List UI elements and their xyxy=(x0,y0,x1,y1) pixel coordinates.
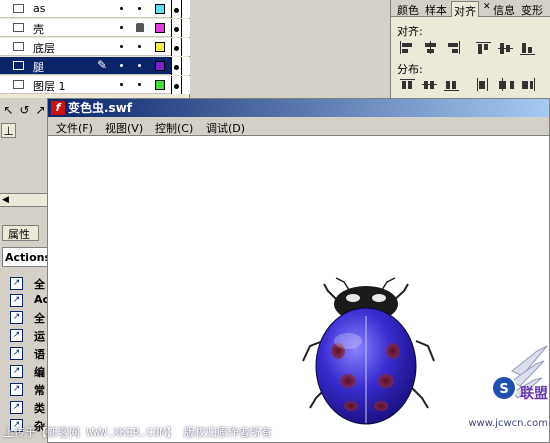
layer-row-legs[interactable]: 腿 ✎ xyxy=(0,57,190,75)
action-item[interactable]: ↗ 全 xyxy=(8,310,48,325)
action-item[interactable]: ↗ Ac xyxy=(8,293,49,308)
upload-credit-text: 上传于【新客网 WWW.XKER.COM】 版权归原作者所有 xyxy=(3,426,272,439)
arrow-tool-icon[interactable]: ↗ xyxy=(33,103,48,118)
book-icon: ↗ xyxy=(10,383,23,396)
book-icon: ↗ xyxy=(10,365,23,378)
site-watermark-logo: S 联盟 www.jcwcn.com xyxy=(468,345,548,429)
action-item[interactable]: ↗ 类 xyxy=(8,400,48,415)
layer-name: 壳 xyxy=(33,23,44,36)
distribute-left-button[interactable] xyxy=(475,77,495,93)
action-item[interactable]: ↗ 编 xyxy=(8,364,48,379)
tab-align[interactable]: 对齐 xyxy=(451,1,479,18)
actions-dropdown[interactable]: Actions xyxy=(2,247,48,267)
lock-dot[interactable] xyxy=(138,7,141,10)
menu-debug[interactable]: 调试(D) xyxy=(206,120,245,136)
svg-text:S: S xyxy=(499,382,508,397)
align-center-h-button[interactable] xyxy=(421,40,441,56)
align-bottom-button[interactable] xyxy=(519,40,539,56)
timeline-layers-panel: as 壳 底层 腿 ✎ 图层 1 xyxy=(0,0,190,98)
book-icon: ↗ xyxy=(10,347,23,360)
layer-row-shell[interactable]: 壳 xyxy=(0,19,190,37)
menu-file[interactable]: 文件(F) xyxy=(56,120,93,136)
ladybug-eye-left xyxy=(346,294,360,302)
scroll-left-icon[interactable]: ◀ xyxy=(2,195,9,205)
layer-frames[interactable] xyxy=(171,19,190,37)
book-icon: ↗ xyxy=(10,401,23,414)
pencil-icon: ✎ xyxy=(97,58,108,72)
tab-info[interactable]: 信息 xyxy=(491,1,517,17)
align-label: 对齐: xyxy=(397,25,423,38)
ladybug-highlight xyxy=(334,333,362,349)
left-tools-panel: ↖ ↺ ↗ ⊥ ◀ 属性 Actions ↗ 全 ↗ Ac ↗ 全 ↗ 运 ↗ 语 ↗ 编 … xyxy=(0,98,49,443)
layer-color-swatch[interactable] xyxy=(155,42,165,52)
player-title-bar[interactable]: f 变色虫.swf xyxy=(48,99,549,117)
layer-color-swatch[interactable] xyxy=(155,23,165,33)
watermark-url: www.jcwcn.com xyxy=(468,418,548,429)
action-item[interactable]: ↗ 常 xyxy=(8,382,48,397)
transform-tool-icon[interactable]: ⊥ xyxy=(1,123,16,138)
watermark-brand: 联盟 xyxy=(520,386,548,402)
book-icon: ↗ xyxy=(10,311,23,324)
tab-color[interactable]: 颜色 xyxy=(395,1,421,17)
layer-name: 图层 1 xyxy=(33,80,66,93)
lock-icon[interactable] xyxy=(136,23,144,32)
distribute-bottom-button[interactable] xyxy=(443,77,463,93)
tab-swatches[interactable]: 样本 xyxy=(423,1,449,17)
layer-icon xyxy=(13,61,24,70)
layer-row-layer1[interactable]: 图层 1 xyxy=(0,76,190,94)
menu-view[interactable]: 视图(V) xyxy=(105,120,143,136)
book-icon: ↗ xyxy=(10,277,23,290)
window-title: 变色虫.swf xyxy=(68,101,133,115)
distribute-center-v-button[interactable] xyxy=(421,77,441,93)
layer-icon xyxy=(13,80,24,89)
ladybug-eye-right xyxy=(372,294,386,302)
distribute-top-button[interactable] xyxy=(399,77,419,93)
layer-icon xyxy=(13,4,24,13)
player-menubar: 文件(F) 视图(V) 控制(C) 调试(D) xyxy=(48,117,549,136)
book-icon: ↗ xyxy=(10,329,23,342)
distribute-center-h-button[interactable] xyxy=(497,77,517,93)
distribute-label: 分布: xyxy=(397,63,423,76)
tab-transform[interactable]: 变形 xyxy=(519,1,545,17)
visibility-dot[interactable] xyxy=(120,7,123,10)
horizontal-scrollbar[interactable]: ◀ xyxy=(0,193,48,207)
visibility-dot[interactable] xyxy=(120,26,123,29)
align-right-button[interactable] xyxy=(443,40,463,56)
layer-row-base[interactable]: 底层 xyxy=(0,38,190,56)
distribute-right-button[interactable] xyxy=(519,77,539,93)
align-panel: 颜色 样本 对齐 ✕ 信息 变形 对齐: 分布: xyxy=(390,0,550,98)
layer-frames[interactable] xyxy=(171,0,190,18)
book-icon: ↗ xyxy=(10,294,23,307)
align-middle-v-button[interactable] xyxy=(497,40,517,56)
layer-frames[interactable] xyxy=(171,76,190,94)
layer-name: 腿 xyxy=(33,61,44,74)
subselect-tool-icon[interactable]: ↖ xyxy=(1,103,16,118)
panel-tabs: 颜色 样本 对齐 ✕ 信息 变形 xyxy=(391,0,550,18)
flash-icon: f xyxy=(51,101,65,115)
visibility-dot[interactable] xyxy=(120,45,123,48)
menu-control[interactable]: 控制(C) xyxy=(155,120,193,136)
align-left-button[interactable] xyxy=(399,40,419,56)
action-item[interactable]: ↗ 全 xyxy=(8,276,48,291)
lock-dot[interactable] xyxy=(138,45,141,48)
lasso-tool-icon[interactable]: ↺ xyxy=(17,103,32,118)
layer-icon xyxy=(13,23,24,32)
tab-properties[interactable]: 属性 xyxy=(2,225,39,241)
layer-name: 底层 xyxy=(33,42,55,55)
layer-name: as xyxy=(33,2,46,15)
layer-frames[interactable] xyxy=(171,38,190,56)
layer-frames[interactable] xyxy=(171,57,190,75)
lock-dot[interactable] xyxy=(138,64,141,67)
lock-dot[interactable] xyxy=(138,83,141,86)
layer-color-swatch[interactable] xyxy=(155,80,165,90)
layer-icon xyxy=(13,42,24,51)
align-top-button[interactable] xyxy=(475,40,495,56)
action-item[interactable]: ↗ 运 xyxy=(8,328,48,343)
layer-color-swatch[interactable] xyxy=(155,4,165,14)
layer-row-as[interactable]: as xyxy=(0,0,190,18)
action-item[interactable]: ↗ 语 xyxy=(8,346,48,361)
visibility-dot[interactable] xyxy=(120,83,123,86)
layer-color-swatch[interactable] xyxy=(155,61,165,71)
visibility-dot[interactable] xyxy=(120,64,123,67)
